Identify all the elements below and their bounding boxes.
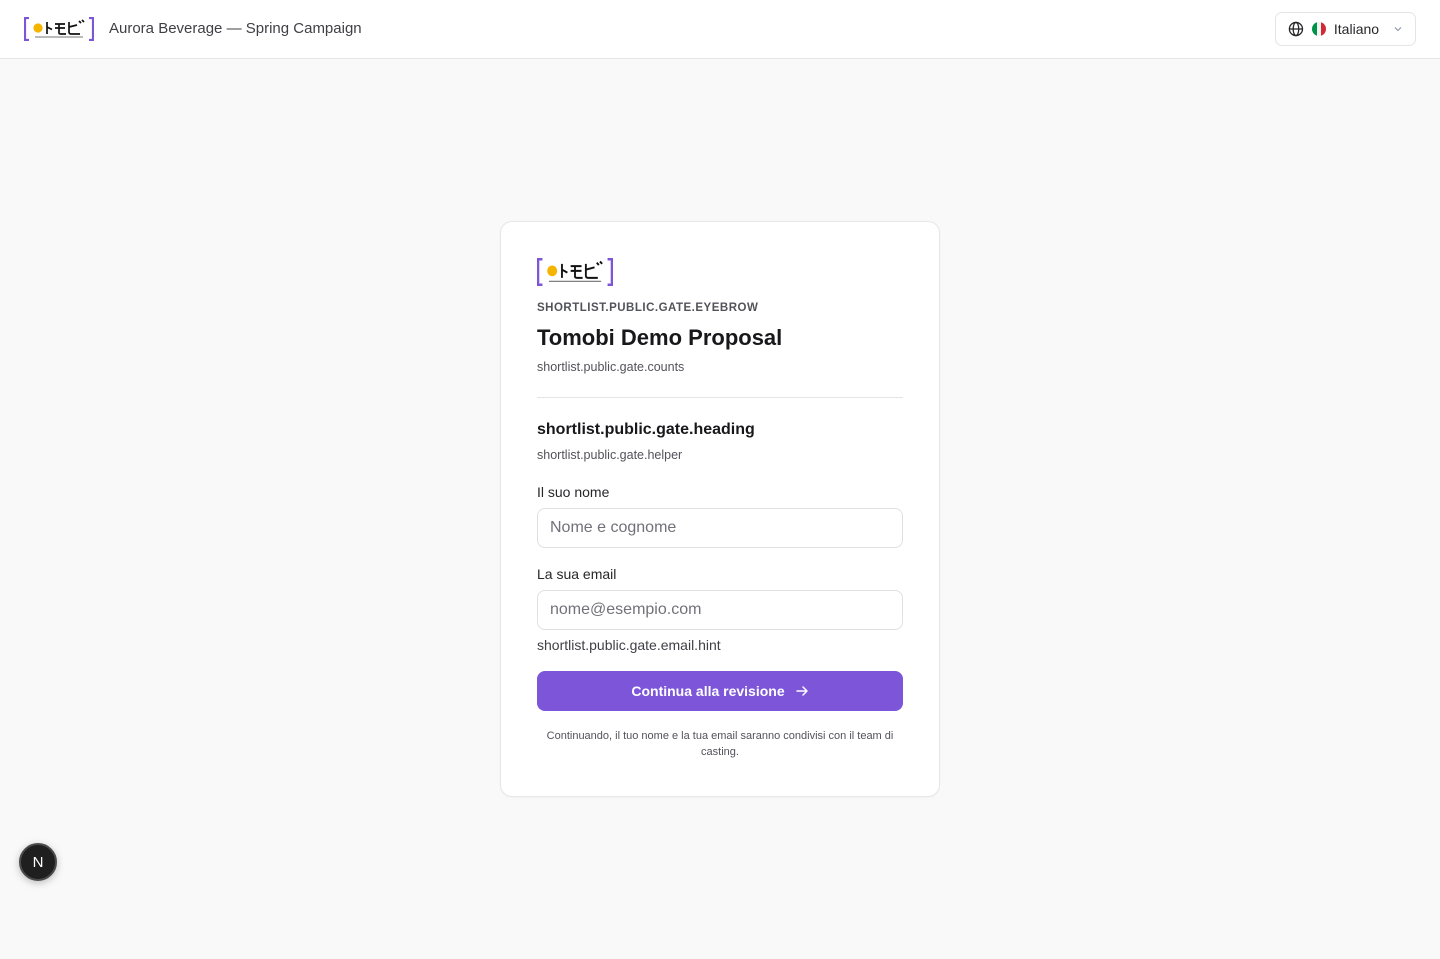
gate-card: SHORTLIST.PUBLIC.GATE.EYEBROW Tomobi Dem… [500, 221, 940, 797]
proposal-title: Tomobi Demo Proposal [537, 325, 783, 350]
email-input[interactable] [537, 590, 903, 630]
top-bar: Aurora Beverage — Spring Campaign Italia… [0, 0, 1440, 59]
dev-tools-badge[interactable]: N [19, 843, 57, 881]
email-hint: shortlist.public.gate.email.hint [537, 637, 721, 653]
name-input[interactable] [537, 508, 903, 548]
language-label: Italiano [1333, 21, 1380, 37]
email-label: La sua email [537, 566, 617, 582]
arrow-right-icon [795, 686, 808, 696]
consent-note: Continuando, il tuo nome e la tua email … [546, 730, 894, 758]
tomobi-logo [537, 258, 613, 286]
continue-button[interactable]: Continua alla revisione [537, 671, 903, 711]
tomobi-logo[interactable] [24, 17, 94, 41]
language-select[interactable]: Italiano [1275, 12, 1416, 46]
proposal-counts: shortlist.public.gate.counts [537, 360, 685, 374]
italy-flag-icon [1311, 22, 1326, 36]
divider [537, 397, 903, 398]
name-label: Il suo nome [537, 484, 610, 500]
gate-helper: shortlist.public.gate.helper [537, 448, 683, 462]
continue-button-label: Continua alla revisione [631, 683, 785, 699]
gate-heading: shortlist.public.gate.heading [537, 421, 755, 438]
chevron-down-icon [1394, 27, 1402, 32]
globe-icon [1288, 21, 1304, 37]
project-title: Aurora Beverage — Spring Campaign [109, 20, 362, 37]
eyebrow-label: SHORTLIST.PUBLIC.GATE.EYEBROW [537, 302, 759, 314]
